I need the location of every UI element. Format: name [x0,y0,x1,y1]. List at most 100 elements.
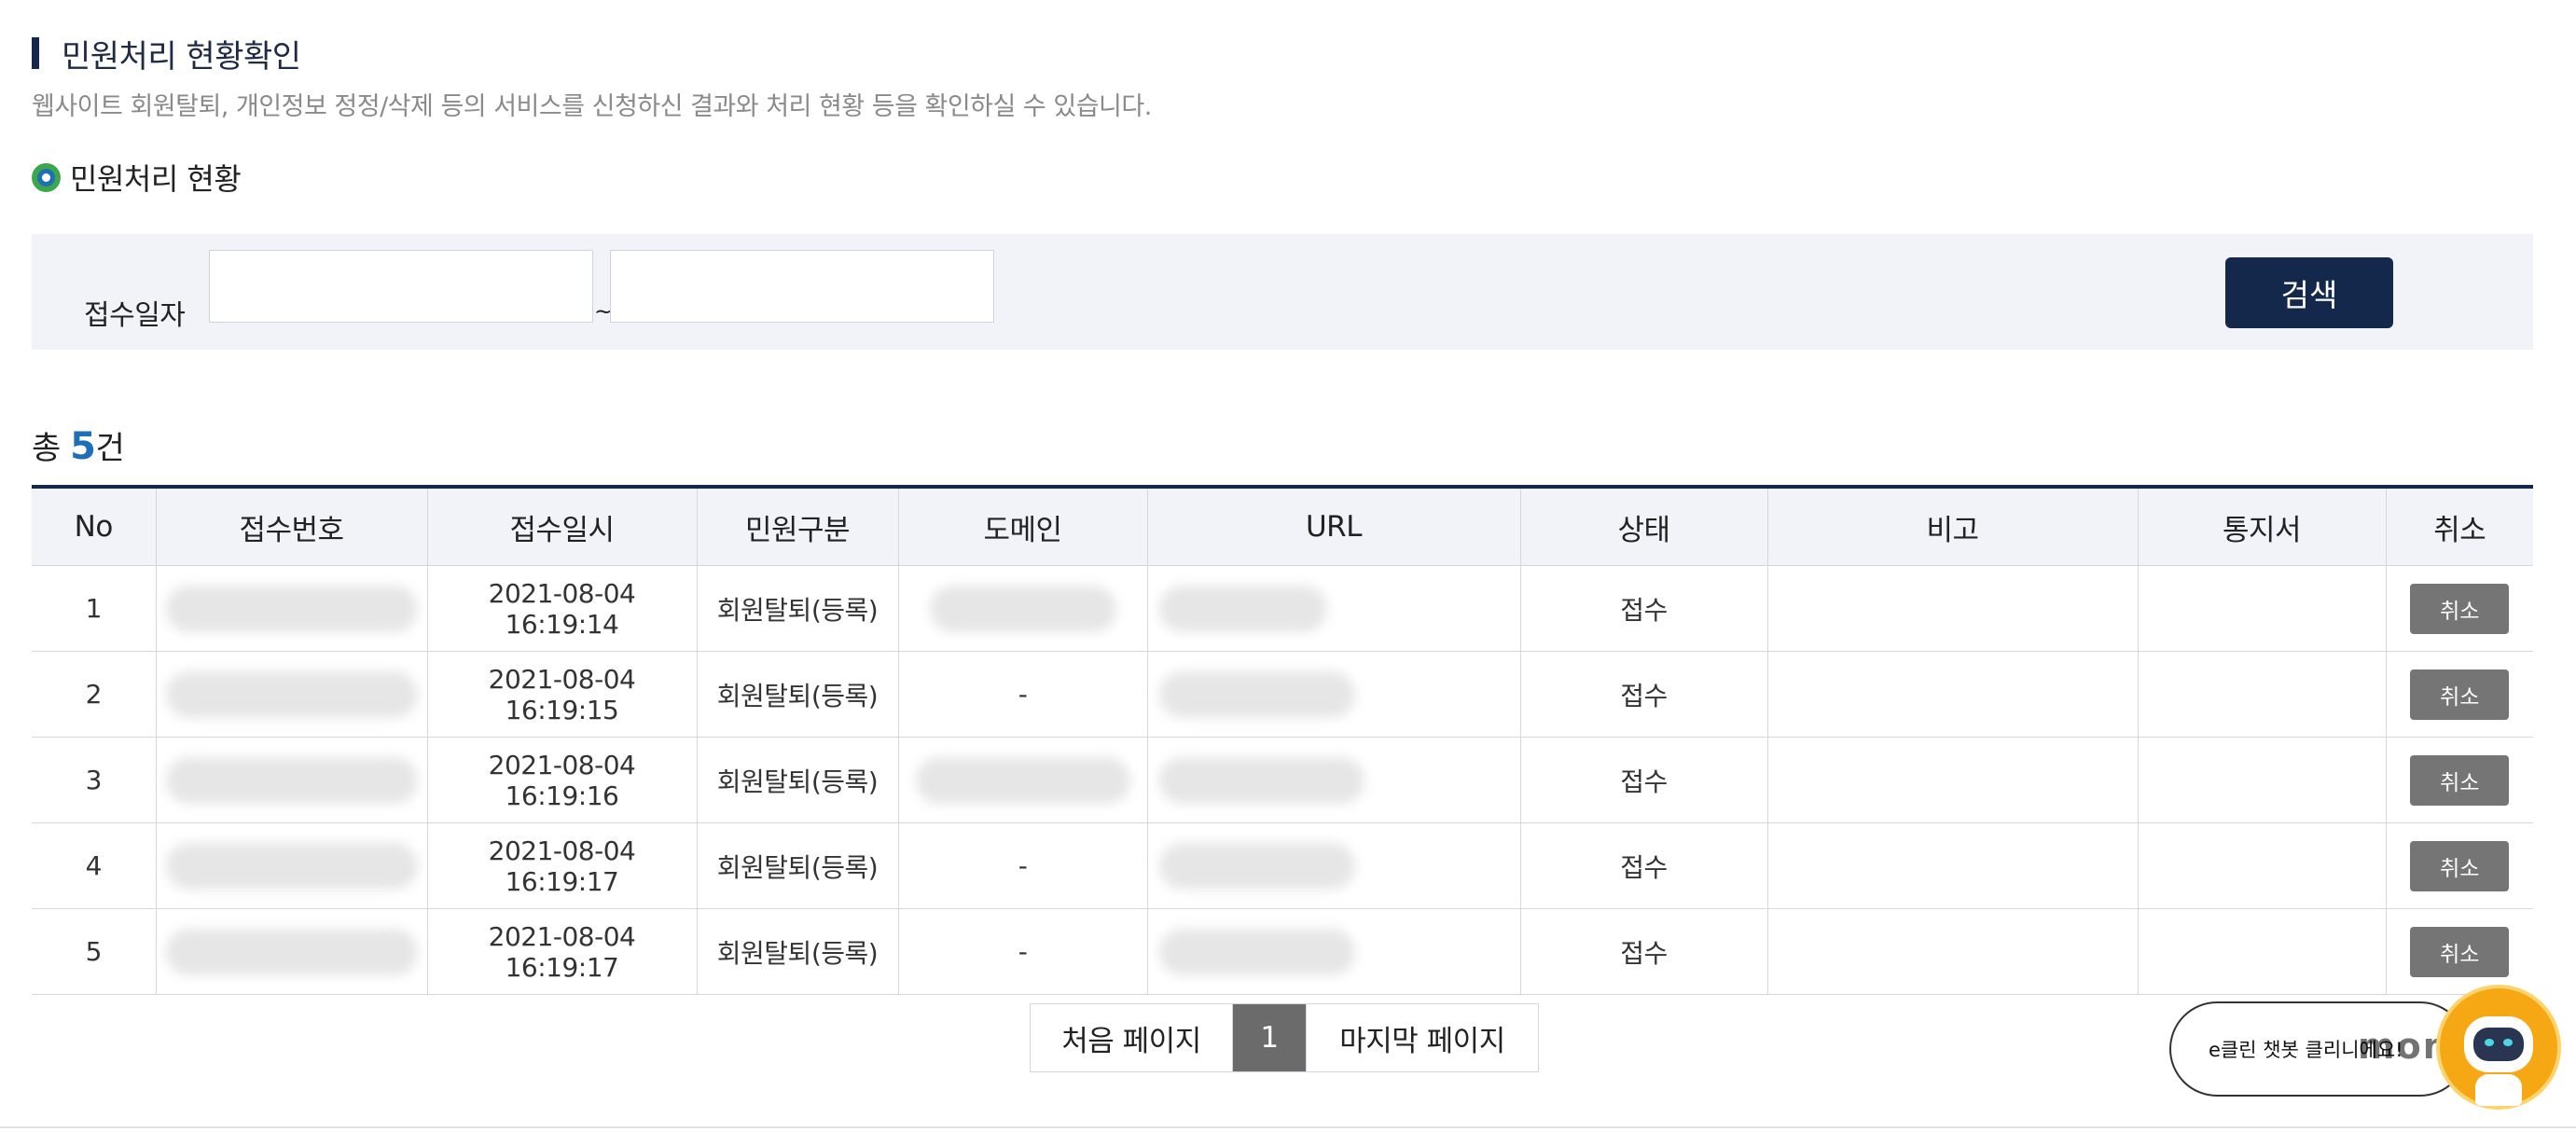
cell-receipt-number [155,565,428,652]
header-url: URL [1146,487,1521,566]
cell-note [1766,908,2139,995]
cell-cancel: 취소 [2385,908,2533,995]
robot-icon[interactable] [2436,985,2561,1110]
cell-status: 접수 [1519,651,1768,738]
robot-eye [2485,1039,2494,1046]
robot-eye [2503,1039,2513,1046]
section-heading: 민원처리 현황 [32,157,242,198]
robot-head [2464,1016,2533,1072]
page-heading: 민원처리 현황확인 [32,32,301,76]
cell-status: 접수 [1519,737,1768,823]
cell-url [1146,908,1521,995]
header-request-type: 민원구분 [696,487,899,566]
header-no: No [32,487,157,566]
table-row: 2 2021-08-04 16:19:15 회원탈퇴(등록) - 접수 취소 [32,651,2533,738]
total-suffix: 건 [95,430,125,467]
cell-no: 4 [32,822,157,909]
page-title: 민원처리 현황확인 [62,37,301,76]
redacted-value [1158,928,1355,975]
header-note: 비고 [1766,487,2139,566]
robot-body [2475,1074,2522,1106]
cell-domain: - [897,908,1148,995]
cell-cancel: 취소 [2385,822,2533,909]
cell-domain: - [897,651,1148,738]
page-number-current[interactable]: 1 [1233,1004,1306,1071]
bullet-circle-icon [32,162,61,192]
date-from-input[interactable] [209,250,593,323]
cell-status: 접수 [1519,822,1768,909]
robot-face [2473,1028,2524,1061]
cell-no: 1 [32,565,157,652]
cell-datetime: 2021-08-04 16:19:16 [426,737,698,823]
date-label: 접수일자 [84,299,186,332]
cell-datetime: 2021-08-04 16:19:17 [426,908,698,995]
cell-no: 5 [32,908,157,995]
cancel-button[interactable]: 취소 [2410,754,2510,806]
cell-domain: - [897,822,1148,909]
heading-accent-bar [32,37,39,69]
total-prefix: 총 [32,430,71,467]
cell-domain [897,737,1148,823]
redacted-value [165,928,418,975]
cell-type: 회원탈퇴(등록) [696,651,899,738]
total-count: 총 5건 [32,422,125,468]
cell-url [1146,822,1521,909]
cell-receipt-number [155,822,428,909]
redacted-value [1158,585,1327,632]
pagination: 처음 페이지 1 마지막 페이지 [1030,1003,1539,1072]
redacted-value [165,585,418,632]
cell-receipt-number [155,737,428,823]
cell-no: 2 [32,651,157,738]
cell-status: 접수 [1519,908,1768,995]
search-button[interactable]: 검색 [2225,257,2393,328]
cell-notice [2137,651,2387,738]
table-row: 5 2021-08-04 16:19:17 회원탈퇴(등록) - 접수 취소 [32,908,2533,995]
cell-cancel: 취소 [2385,565,2533,652]
cell-notice [2137,737,2387,823]
redacted-value [915,756,1130,804]
cell-no: 3 [32,737,157,823]
table-header-row: No 접수번호 접수일시 민원구분 도메인 URL 상태 비고 통지서 취소 [32,487,2533,566]
cell-notice [2137,908,2387,995]
cell-cancel: 취소 [2385,651,2533,738]
cell-domain [897,565,1148,652]
cell-receipt-number [155,908,428,995]
first-page-button[interactable]: 처음 페이지 [1031,1004,1233,1071]
cancel-button[interactable]: 취소 [2410,840,2510,891]
redacted-value [165,756,418,804]
cell-note [1766,651,2139,738]
header-domain: 도메인 [897,487,1148,566]
cell-url [1146,565,1521,652]
cell-receipt-number [155,651,428,738]
cancel-button[interactable]: 취소 [2410,583,2510,634]
cell-datetime: 2021-08-04 16:19:14 [426,565,698,652]
redacted-value [165,842,418,890]
cell-notice [2137,565,2387,652]
request-table: No 접수번호 접수일시 민원구분 도메인 URL 상태 비고 통지서 취소 1… [32,485,2533,995]
cell-type: 회원탈퇴(등록) [696,737,899,823]
cancel-button[interactable]: 취소 [2410,926,2510,977]
cell-note [1766,822,2139,909]
cell-type: 회원탈퇴(등록) [696,908,899,995]
cell-cancel: 취소 [2385,737,2533,823]
redacted-value [165,670,418,718]
table-row: 3 2021-08-04 16:19:16 회원탈퇴(등록) 접수 취소 [32,737,2533,823]
redacted-value [1158,756,1364,804]
cell-datetime: 2021-08-04 16:19:17 [426,822,698,909]
redacted-value [1158,670,1355,718]
cell-url [1146,737,1521,823]
page-description: 웹사이트 회원탈퇴, 개인정보 정정/삭제 등의 서비스를 신청하신 결과와 처… [32,92,1152,121]
last-page-button[interactable]: 마지막 페이지 [1306,1004,1538,1071]
section-title: 민원처리 현황 [70,161,242,197]
cell-datetime: 2021-08-04 16:19:15 [426,651,698,738]
date-to-input[interactable] [610,250,994,323]
table-row: 4 2021-08-04 16:19:17 회원탈퇴(등록) - 접수 취소 [32,822,2533,909]
cell-note [1766,737,2139,823]
total-number: 5 [70,425,96,468]
cancel-button[interactable]: 취소 [2410,669,2510,720]
header-cancel: 취소 [2385,487,2533,566]
cell-status: 접수 [1519,565,1768,652]
cell-type: 회원탈퇴(등록) [696,565,899,652]
header-status: 상태 [1519,487,1768,566]
cell-note [1766,565,2139,652]
